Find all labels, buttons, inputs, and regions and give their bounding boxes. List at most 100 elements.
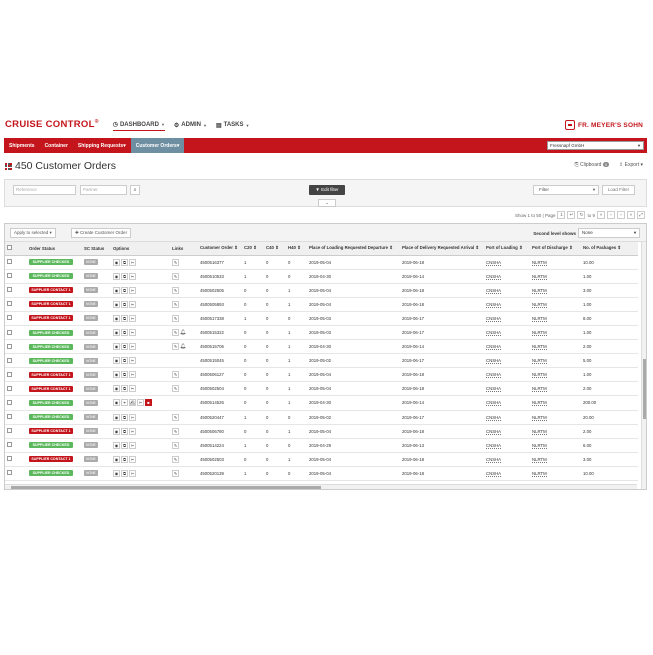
table-row[interactable]: SUPPLIER CONTACT 1 NONE ◉ ⧉ ✂ ✎ 4500502503 0 0 1 2…	[5, 452, 638, 467]
column-header[interactable]: C40 ⇕	[264, 242, 286, 256]
fullscreen-button[interactable]: ⤢	[637, 211, 645, 219]
select-all-checkbox[interactable]	[7, 245, 12, 251]
scissors-button[interactable]: ✂	[129, 413, 136, 421]
first-page-button[interactable]: «	[597, 211, 605, 219]
table-row[interactable]: SUPPLIER CONTACT 1 NONE ◉ ⧉ ✂ ✎ 4500502504 0 0 1 2…	[5, 381, 638, 397]
edit-link-button[interactable]: ✎	[172, 455, 179, 463]
page-input[interactable]: 1	[557, 211, 566, 219]
row-checkbox[interactable]	[7, 273, 12, 279]
scissors-button[interactable]: ✂	[129, 371, 136, 379]
scissors-button[interactable]: ✂	[129, 258, 136, 266]
edit-link-button[interactable]: ✎	[172, 385, 179, 393]
copy-button[interactable]: ⧉	[121, 357, 128, 365]
row-checkbox[interactable]	[7, 456, 12, 462]
table-row[interactable]: SUPPLIER CHECKED NONE ◉ ⧉ ✂ ✎ 4500516377 1 0 0 201…	[5, 255, 638, 270]
column-header[interactable]: Port of Loading ⇕	[484, 242, 530, 256]
scroll-thumb[interactable]	[11, 486, 321, 489]
eye-button[interactable]: ◉	[113, 314, 120, 322]
row-checkbox[interactable]	[7, 259, 12, 265]
copy-button[interactable]: ⧉	[121, 314, 128, 322]
scissors-button[interactable]: ✂	[129, 427, 136, 435]
scissors-button[interactable]: ✂	[129, 300, 136, 308]
scissors-button[interactable]: ✂	[129, 441, 136, 449]
eye-button[interactable]: ◉	[113, 300, 120, 308]
next-page-button[interactable]: ›	[617, 211, 625, 219]
scissors-button[interactable]: ✂	[129, 385, 136, 393]
prev-page-button[interactable]: ‹	[607, 211, 615, 219]
copy-button[interactable]: ⧉	[121, 343, 128, 351]
bell-icon[interactable]: 🔔︎	[180, 344, 186, 350]
scissors-button[interactable]: ✂	[129, 357, 136, 365]
nav-item-shipping-requests[interactable]: Shipping Requests ▾	[73, 138, 131, 153]
row-checkbox[interactable]	[7, 357, 12, 363]
copy-button[interactable]: ⧉	[121, 441, 128, 449]
eye-button[interactable]: ◉	[113, 371, 120, 379]
row-checkbox[interactable]	[7, 442, 12, 448]
edit-link-button[interactable]: ✎	[172, 300, 179, 308]
table-row[interactable]: SUPPLIER CONTACT 1 NONE ◉ ⧉ ✂ ✎ 4500506780 0 0 1 2…	[5, 424, 638, 439]
go-page-button[interactable]: ↵	[567, 211, 576, 219]
copy-button[interactable]: ⧉	[121, 272, 128, 280]
topnav-tasks[interactable]: ▤ TASKS ▼	[216, 120, 250, 131]
eye-button[interactable]: ◉	[113, 272, 120, 280]
table-row[interactable]: SUPPLIER CONTACT 1 NONE ◉ ⧉ ✂ ✎ 4500506127 0 0 1 2…	[5, 367, 638, 383]
nav-item-shipments[interactable]: Shipments	[4, 138, 40, 153]
eye-button[interactable]: ◉	[113, 413, 120, 421]
table-row[interactable]: SUPPLIER CONTACT 1 NONE ◉ ⧉ ✂ ✎ 4500517338 1 0 0 2…	[5, 311, 638, 326]
copy-button[interactable]: ⧉	[121, 300, 128, 308]
link-button[interactable]: ⚭	[121, 399, 128, 407]
column-header[interactable]: Place of Loading Requested Departure ⇕	[307, 242, 400, 256]
table-row[interactable]: SUPPLIER CHECKED NONE ◉ ⧉ ✂ ✎ 🔔︎ 4500515322 0 0 1 2…	[5, 325, 638, 341]
table-row[interactable]: SUPPLIER CHECKED NONE ◉ ⧉ ✂ 4500515045 0 0 1 2019…	[5, 353, 638, 369]
nav-item-container[interactable]: Container	[40, 138, 73, 153]
copy-button[interactable]: ⧉	[121, 469, 128, 477]
edit-link-button[interactable]: ✎	[172, 329, 179, 337]
bell-icon[interactable]: 🔔︎	[180, 330, 186, 336]
edit-link-button[interactable]: ✎	[172, 258, 179, 266]
topnav-dashboard[interactable]: ◷ DASHBOARD ▼	[112, 119, 165, 131]
scissors-button[interactable]: ✂	[129, 455, 136, 463]
export-button[interactable]: ⇪ Export ▾	[619, 162, 643, 168]
nav-item-customer-orders[interactable]: Customer Orders ▾	[130, 138, 185, 153]
scissors-button[interactable]: ✂	[129, 329, 136, 337]
eye-button[interactable]: ◉	[113, 286, 120, 294]
column-header[interactable]: H40 ⇕	[286, 242, 307, 256]
table-row[interactable]: SUPPLIER CHECKED NONE ◉ ⧉ ✂ ✎ 🔔︎ 4500515706 0 0 1 2…	[5, 339, 638, 355]
copy-button[interactable]: ⧉	[121, 371, 128, 379]
topnav-admin[interactable]: ⚙ ADMIN ▼	[174, 120, 207, 131]
partner-input[interactable]: Partner	[80, 185, 127, 195]
column-header[interactable]: Place of Delivery Requested Arrival ⇕	[400, 242, 484, 256]
copy-button[interactable]: ⧉	[121, 286, 128, 294]
eye-button[interactable]: ◉	[113, 329, 120, 337]
refresh-button[interactable]: ↻	[577, 211, 586, 219]
scissors-button[interactable]: ✂	[129, 343, 136, 351]
scissors-button[interactable]: ✂	[129, 469, 136, 477]
eye-button[interactable]: ◉	[113, 469, 120, 477]
row-checkbox[interactable]	[7, 428, 12, 434]
table-row[interactable]: SUPPLIER CONTACT 1 NONE ◉ ⧉ ✂ ✎ 4500505893 0 0 1 2…	[5, 297, 638, 312]
company-select[interactable]: Fressnapf GmbH ▼	[547, 141, 644, 150]
copy-button[interactable]: ⧉	[121, 427, 128, 435]
scissors-button[interactable]: ✂	[129, 286, 136, 294]
column-header[interactable]: C20 ⇕	[242, 242, 264, 256]
table-row[interactable]: SUPPLIER CONTACT 1 NONE ◉ ⧉ ✂ ✎ 4500502505 0 0 1 2…	[5, 283, 638, 298]
last-page-button[interactable]: »	[627, 211, 635, 219]
row-checkbox[interactable]	[7, 414, 12, 420]
scissors-button[interactable]: ✂	[129, 272, 136, 280]
table-row[interactable]: SUPPLIER CHECKED NONE ◉ ⧉ ✂ ✎ 4500510533 1 0 0 201…	[5, 269, 638, 284]
copy-button[interactable]: ⧉	[121, 455, 128, 463]
row-checkbox[interactable]	[7, 371, 12, 377]
edit-link-button[interactable]: ✎	[172, 286, 179, 294]
row-checkbox[interactable]	[7, 470, 12, 476]
table-row[interactable]: SUPPLIER CHECKED NONE ◉ ⚭ ⛴ ✂ ■ 4500514526 0 0 1 20…	[5, 395, 638, 411]
row-checkbox[interactable]	[7, 385, 12, 391]
edit-link-button[interactable]: ✎	[172, 413, 179, 421]
row-checkbox[interactable]	[7, 329, 12, 335]
column-header[interactable]: Customer Order ⇕	[198, 242, 242, 256]
load-filter-button[interactable]: Load Filter	[602, 185, 635, 195]
eye-button[interactable]: ◉	[113, 343, 120, 351]
filter-select[interactable]: Filter ▼	[533, 185, 599, 195]
horizontal-scrollbar[interactable]	[5, 484, 637, 489]
row-checkbox[interactable]	[7, 287, 12, 293]
expand-filter-button[interactable]: ⌄	[318, 199, 336, 207]
